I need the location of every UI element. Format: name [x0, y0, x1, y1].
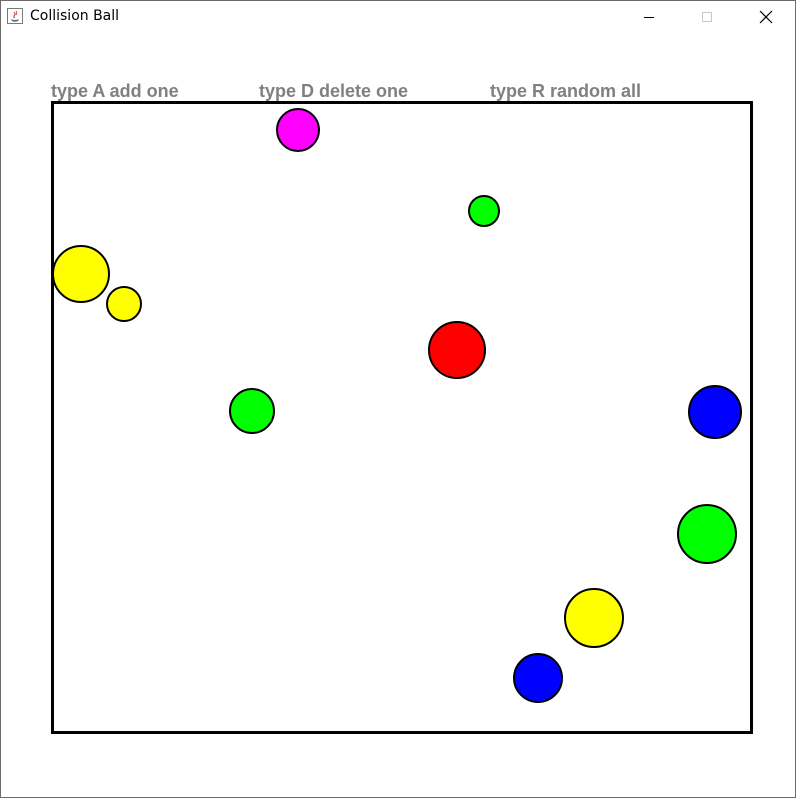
java-icon [7, 8, 23, 24]
close-icon [759, 10, 773, 23]
close-button[interactable] [743, 1, 789, 32]
blue-ball [513, 653, 563, 703]
green-ball [229, 388, 275, 434]
maximize-icon [702, 11, 712, 22]
green-ball [468, 195, 500, 227]
minimize-button[interactable] [626, 1, 672, 32]
magenta-ball [276, 108, 320, 152]
random-instruction: type R random all [490, 81, 642, 101]
blue-ball [688, 385, 742, 439]
arena-border [51, 101, 753, 734]
maximize-button[interactable] [684, 1, 730, 32]
add-instruction: type A add one [51, 81, 179, 101]
minimize-icon [644, 16, 654, 18]
window-title: Collision Ball [30, 8, 120, 24]
title-bar[interactable]: Collision Ball [1, 1, 795, 32]
yellow-ball [106, 286, 142, 322]
yellow-ball [564, 588, 624, 648]
green-ball [677, 504, 737, 564]
ball-arena[interactable] [51, 101, 753, 734]
red-ball [428, 321, 486, 379]
app-window: Collision Ball type A add one type D del… [0, 0, 796, 798]
delete-instruction: type D delete one [259, 81, 409, 101]
yellow-ball [52, 245, 110, 303]
